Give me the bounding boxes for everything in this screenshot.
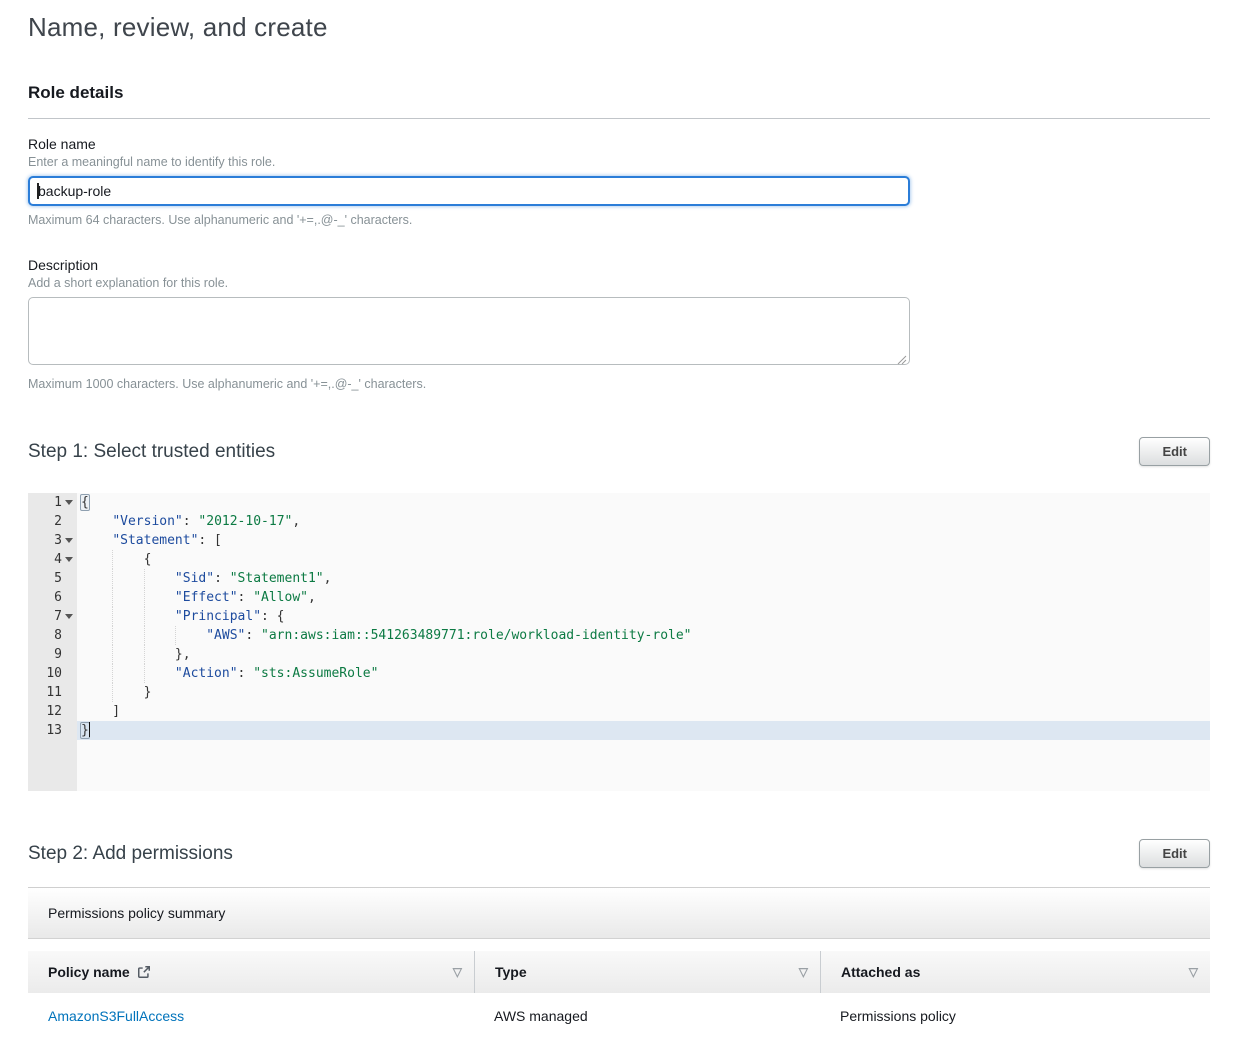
permissions-summary-title: Permissions policy summary — [48, 905, 225, 921]
role-name-input[interactable] — [28, 176, 910, 206]
trust-policy-editor[interactable]: 1{2 "Version": "2012-10-17",3 "Statement… — [28, 493, 1210, 791]
table-row: AmazonS3FullAccess AWS managed Permissio… — [28, 993, 1210, 1037]
line-number: 7 — [28, 607, 77, 626]
fold-arrow-icon[interactable] — [65, 557, 73, 562]
description-field: Description Add a short explanation for … — [28, 257, 1210, 391]
editor-line-code[interactable]: ] — [77, 702, 1210, 721]
editor-line-code[interactable]: } — [77, 721, 1210, 740]
line-number: 1 — [28, 493, 77, 512]
step2-edit-button[interactable]: Edit — [1139, 839, 1210, 868]
fold-arrow-icon[interactable] — [65, 538, 73, 543]
line-number: 6 — [28, 588, 77, 607]
page: Name, review, and create Role details Ro… — [0, 0, 1242, 1037]
editor-line: 6 "Effect": "Allow", — [28, 588, 1210, 607]
line-number: 10 — [28, 664, 77, 683]
divider — [28, 118, 1210, 119]
text-cursor — [37, 183, 39, 199]
description-hint: Add a short explanation for this role. — [28, 276, 1210, 290]
editor-line: 1{ — [28, 493, 1210, 512]
column-header-policy-name[interactable]: Policy name ▽ — [28, 951, 474, 993]
editor-line-code[interactable]: "Effect": "Allow", — [77, 588, 1210, 607]
editor-line: 2 "Version": "2012-10-17", — [28, 512, 1210, 531]
editor-line: 9 }, — [28, 645, 1210, 664]
line-number: 5 — [28, 569, 77, 588]
line-number: 4 — [28, 550, 77, 569]
line-number: 12 — [28, 702, 77, 721]
editor-line-code[interactable]: } — [77, 683, 1210, 702]
step2-heading: Step 2: Add permissions — [28, 843, 233, 865]
editor-line-code[interactable]: "Sid": "Statement1", — [77, 569, 1210, 588]
step2-header: Step 2: Add permissions Edit — [28, 839, 1210, 868]
table-header: Policy name ▽ Type ▽ Attached as ▽ — [28, 951, 1210, 993]
editor-line-code[interactable]: { — [77, 493, 1210, 512]
line-number: 11 — [28, 683, 77, 702]
page-title: Name, review, and create — [28, 12, 1210, 43]
editor-line: 3 "Statement": [ — [28, 531, 1210, 550]
editor-line: 7 "Principal": { — [28, 607, 1210, 626]
line-number: 3 — [28, 531, 77, 550]
description-constraint: Maximum 1000 characters. Use alphanumeri… — [28, 377, 1210, 391]
editor-line-code[interactable]: }, — [77, 645, 1210, 664]
editor-line-code[interactable]: { — [77, 550, 1210, 569]
editor-line: 8 "AWS": "arn:aws:iam::541263489771:role… — [28, 626, 1210, 645]
editor-caret — [89, 722, 91, 737]
editor-line-code[interactable]: "Principal": { — [77, 607, 1210, 626]
editor-line-code[interactable]: "Action": "sts:AssumeRole" — [77, 664, 1210, 683]
filter-icon[interactable]: ▽ — [453, 965, 462, 979]
editor-line: 13} — [28, 721, 1210, 740]
description-label: Description — [28, 257, 1210, 273]
line-number: 9 — [28, 645, 77, 664]
editor-line-code[interactable]: "Version": "2012-10-17", — [77, 512, 1210, 531]
filter-icon[interactable]: ▽ — [799, 965, 808, 979]
editor-line-code[interactable]: "Statement": [ — [77, 531, 1210, 550]
permissions-summary-header: Permissions policy summary — [28, 888, 1210, 939]
filter-icon[interactable]: ▽ — [1189, 965, 1198, 979]
role-name-field: Role name Enter a meaningful name to ide… — [28, 136, 1210, 227]
step1-edit-button[interactable]: Edit — [1139, 437, 1210, 466]
column-header-attached-as[interactable]: Attached as ▽ — [820, 951, 1210, 993]
role-details-heading: Role details — [28, 83, 1210, 103]
step1-heading: Step 1: Select trusted entities — [28, 441, 275, 463]
fold-arrow-icon[interactable] — [65, 614, 73, 619]
external-link-icon — [137, 965, 151, 979]
line-number: 8 — [28, 626, 77, 645]
editor-line: 11 } — [28, 683, 1210, 702]
permissions-policy-table: Policy name ▽ Type ▽ Attached as ▽ Amazo… — [28, 951, 1210, 1037]
editor-line: 12 ] — [28, 702, 1210, 721]
policy-name-link[interactable]: AmazonS3FullAccess — [48, 1008, 184, 1024]
line-number: 13 — [28, 721, 77, 740]
editor-line: 4 { — [28, 550, 1210, 569]
resize-handle-icon[interactable] — [897, 355, 907, 365]
column-header-type[interactable]: Type ▽ — [474, 951, 820, 993]
policy-editor-lines: 1{2 "Version": "2012-10-17",3 "Statement… — [28, 493, 1210, 740]
attached-as-cell: Permissions policy — [820, 1008, 1210, 1024]
description-textarea[interactable] — [28, 297, 910, 365]
role-name-constraint: Maximum 64 characters. Use alphanumeric … — [28, 213, 1210, 227]
policy-type-cell: AWS managed — [474, 1008, 820, 1024]
line-number: 2 — [28, 512, 77, 531]
editor-line: 10 "Action": "sts:AssumeRole" — [28, 664, 1210, 683]
fold-arrow-icon[interactable] — [65, 500, 73, 505]
role-name-label: Role name — [28, 136, 1210, 152]
editor-line-code[interactable]: "AWS": "arn:aws:iam::541263489771:role/w… — [77, 626, 1210, 645]
editor-line: 5 "Sid": "Statement1", — [28, 569, 1210, 588]
step1-header: Step 1: Select trusted entities Edit — [28, 437, 1210, 466]
role-name-hint: Enter a meaningful name to identify this… — [28, 155, 1210, 169]
